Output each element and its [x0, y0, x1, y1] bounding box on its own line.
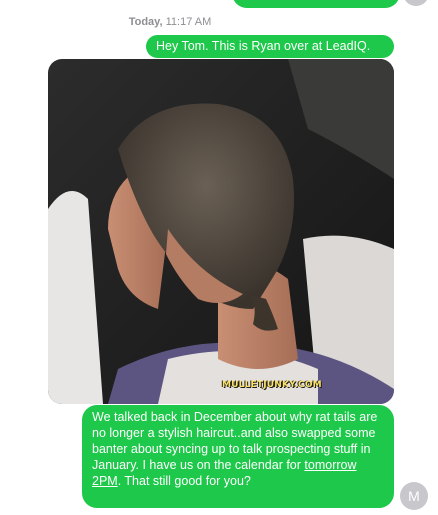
- avatar: [403, 0, 429, 6]
- greeting-message-text: Hey Tom. This is Ryan over at LeadIQ.: [156, 39, 371, 53]
- previous-message-bubble[interactable]: [232, 0, 400, 8]
- timestamp-day: Today,: [128, 16, 163, 28]
- sender-avatar[interactable]: M: [400, 482, 428, 510]
- message-text-part2: . That still good for you?: [117, 474, 251, 488]
- main-message-bubble[interactable]: We talked back in December about why rat…: [82, 405, 394, 508]
- photo-watermark: MULLETJUNKY.COM: [222, 380, 322, 390]
- greeting-message-bubble[interactable]: Hey Tom. This is Ryan over at LeadIQ.: [146, 35, 394, 58]
- mullet-photo-attachment[interactable]: MULLETJUNKY.COM: [48, 59, 394, 404]
- message-timestamp: Today, 11:17 AM: [0, 16, 340, 28]
- photo-image: [48, 59, 394, 404]
- timestamp-time: 11:17 AM: [165, 16, 212, 28]
